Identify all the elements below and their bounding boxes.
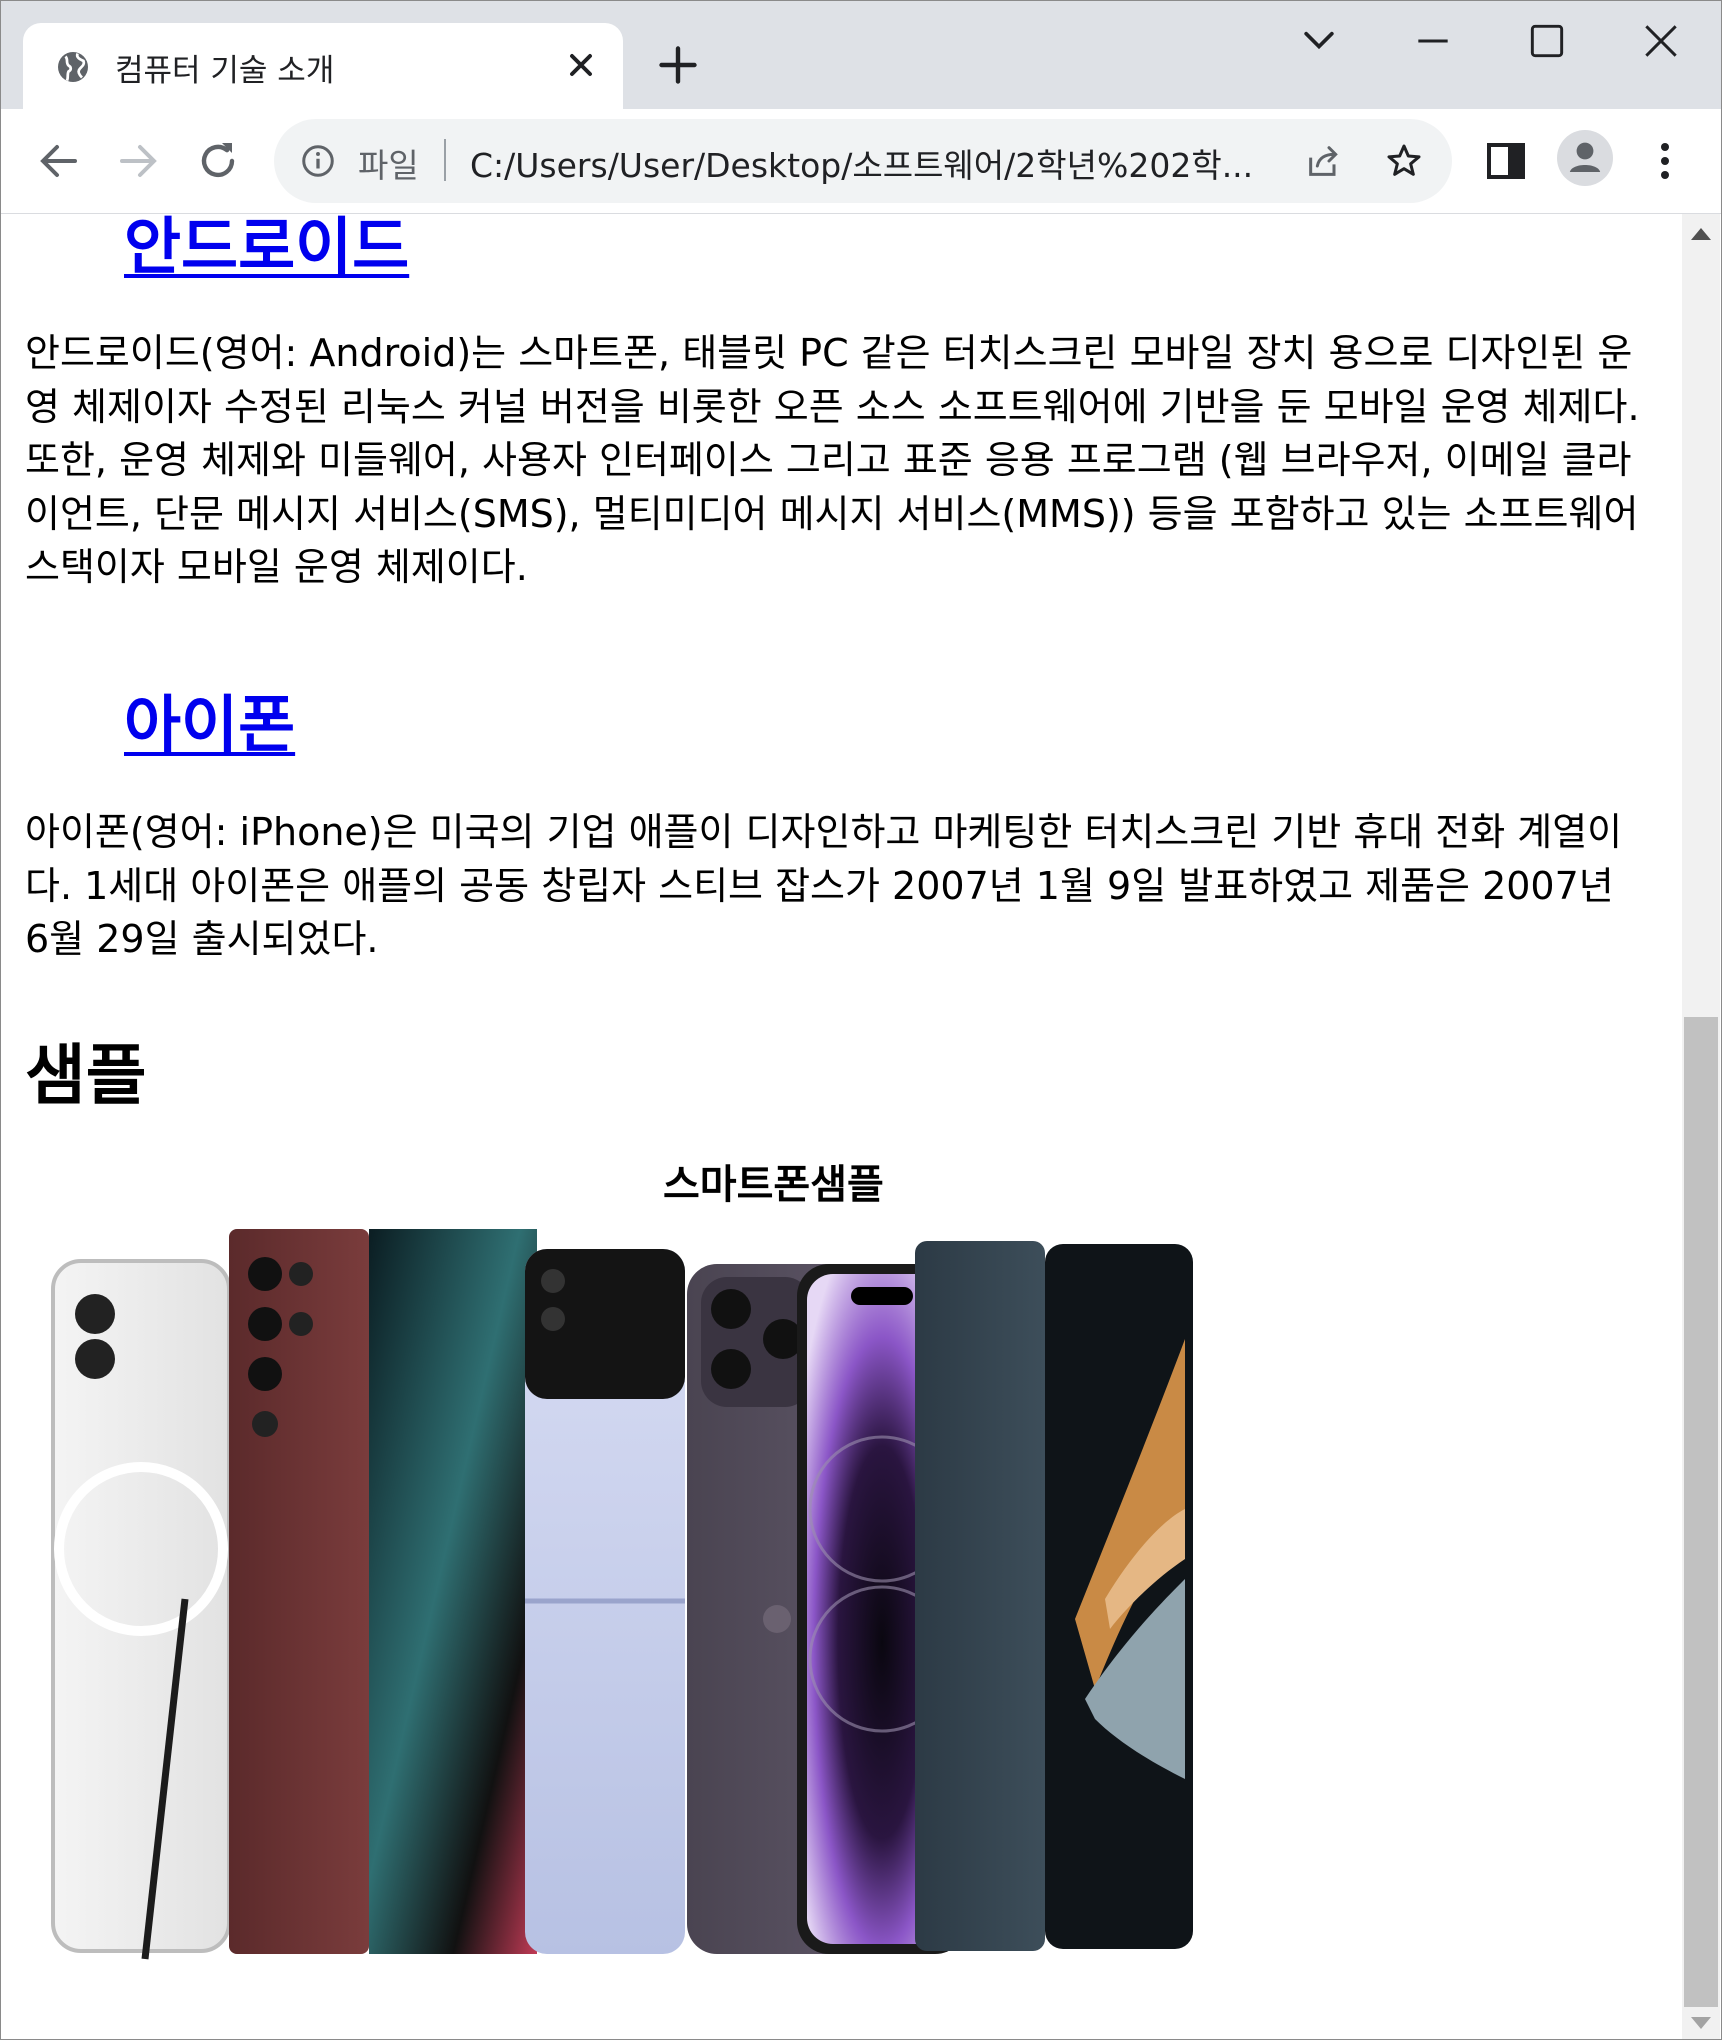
iphone-heading-link[interactable]: 아이폰 [124,674,295,764]
active-tab[interactable]: 컴퓨터 기술 소개 [23,23,623,109]
sample-heading: 샘플 [25,1037,147,1114]
scroll-down-arrow-icon[interactable] [1691,2017,1711,2029]
scroll-up-arrow-icon[interactable] [1691,228,1711,240]
scrollbar-thumb[interactable] [1684,1017,1718,2007]
tab-strip: 컴퓨터 기술 소개 [1,1,1721,109]
page-viewport: 안드로이드 안드로이드(영어: Android)는 스마트폰, 태블릿 PC 같… [1,214,1681,2039]
close-window-icon[interactable] [1639,19,1683,63]
person-glyph-icon [1569,142,1601,172]
tab-title: 컴퓨터 기술 소개 [115,53,335,89]
browser-toolbar: 파일 C:/Users/User/Desktop/소프트웨어/2학년%202학.… [1,109,1721,214]
forward-arrow-icon [120,145,157,177]
profile-icon[interactable] [1557,130,1613,186]
plus-icon[interactable] [656,43,700,87]
share-icon[interactable] [1304,141,1344,181]
side-panel-icon[interactable] [1482,137,1530,185]
back-arrow-icon[interactable] [35,137,83,185]
url-text[interactable]: C:/Users/User/Desktop/소프트웨어/2학년%202학... [470,139,1270,187]
maximize-icon[interactable] [1525,19,1569,63]
address-separator [444,139,446,181]
browser-window: 컴퓨터 기술 소개 파일 C:/Users/User/Desktop/소프트웨어… [0,0,1722,2040]
globe-icon [58,52,88,82]
figure-caption: 스마트폰샘플 [663,1162,884,1208]
minimize-icon[interactable] [1411,19,1455,63]
kebab-menu-icon[interactable] [1641,137,1689,185]
url-scheme-label: 파일 [358,146,419,185]
smartphone-sample-image [51,1229,1193,1960]
close-icon[interactable] [563,47,599,83]
android-paragraph: 안드로이드(영어: Android)는 스마트폰, 태블릿 PC 같은 터치스크… [25,331,1640,589]
vertical-scrollbar[interactable] [1682,214,1720,2039]
info-icon[interactable] [300,143,336,179]
chevron-down-icon[interactable] [1297,19,1341,63]
address-bar[interactable]: 파일 C:/Users/User/Desktop/소프트웨어/2학년%202학.… [274,119,1452,203]
iphone-paragraph: 아이폰(영어: iPhone)은 미국의 기업 애플이 디자인하고 마케팅한 터… [25,810,1623,961]
star-icon[interactable] [1384,141,1424,181]
reload-icon[interactable] [194,137,242,185]
android-heading-link[interactable]: 안드로이드 [124,214,409,286]
